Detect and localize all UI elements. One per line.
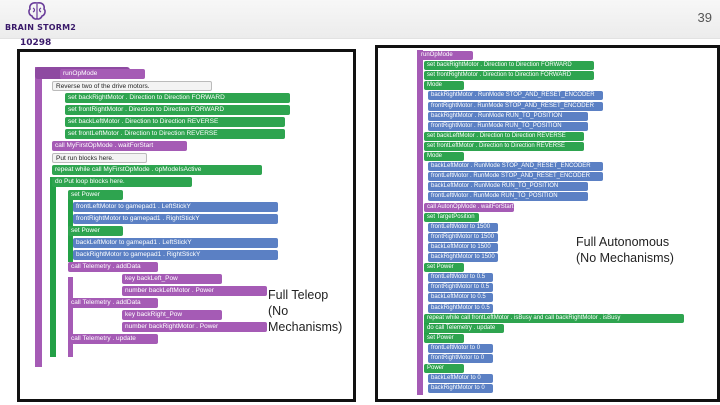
code-block: frontRightMotor to 1500 bbox=[428, 232, 498, 242]
code-block: Reverse two of the drive motors. bbox=[52, 81, 212, 91]
autonomous-code-screenshot: runOpMode set backRightMotor . Direction … bbox=[375, 45, 720, 402]
code-block: backLeftMotor . RunMode RUN_TO_POSITION bbox=[428, 182, 588, 192]
code-block: frontLeftMotor to 1500 bbox=[428, 222, 498, 232]
code-block: do call Telemetry . update bbox=[424, 323, 504, 333]
autonomous-caption: Full Autonomous (No Mechanisms) bbox=[576, 235, 674, 265]
teleop-caption: Full Teleop (No Mechanisms) bbox=[268, 288, 343, 334]
brainstorm-logo: BRAIN STORM2 10298 bbox=[2, 0, 76, 50]
code-block: set backLeftMotor . Direction to Directi… bbox=[65, 117, 285, 127]
code-block: set Power bbox=[424, 263, 464, 273]
team-number: 10298 bbox=[20, 38, 52, 48]
code-block: set backLeftMotor . Direction to Directi… bbox=[424, 131, 584, 141]
code-block: Mode bbox=[424, 152, 464, 161]
code-block: set backRightMotor . Direction to Direct… bbox=[424, 61, 594, 71]
code-block: backLeftMotor to 0 bbox=[428, 374, 493, 384]
page-number: 39 bbox=[697, 10, 712, 25]
code-block: backRightMotor . RunMode STOP_AND_RESET_… bbox=[428, 91, 603, 101]
code-block: backLeftMotor to 0.5 bbox=[428, 293, 493, 303]
code-block: set frontRightMotor . Direction to Direc… bbox=[65, 105, 290, 115]
code-block: key backRight_Pow bbox=[122, 310, 222, 320]
code-block: set Power bbox=[424, 333, 464, 343]
code-block: set Power bbox=[68, 226, 123, 236]
code-block: do Put loop blocks here. bbox=[52, 177, 192, 187]
code-block: Put run blocks here. bbox=[52, 153, 147, 163]
function-block-spine bbox=[35, 67, 42, 367]
code-block: runOpMode bbox=[60, 69, 145, 79]
code-block: call MyFirstOpMode . waitForStart bbox=[52, 141, 187, 151]
code-block: frontRightMotor . RunMode RUN_TO_POSITIO… bbox=[428, 121, 588, 131]
code-block: backRightMotor to 0 bbox=[428, 384, 493, 394]
code-block: set frontLeftMotor . Direction to Direct… bbox=[424, 141, 584, 151]
code-block: call Telemetry . update bbox=[68, 334, 158, 344]
slide-header bbox=[0, 0, 720, 39]
code-block: frontLeftMotor . RunMode RUN_TO_POSITION bbox=[428, 192, 588, 202]
brand-name: BRAIN STORM2 bbox=[5, 23, 77, 32]
code-block: backLeftMotor . RunMode STOP_AND_RESET_E… bbox=[428, 162, 603, 172]
code-block: backLeftMotor to gamepad1 . LeftStickY bbox=[73, 238, 278, 248]
code-block: frontRightMotor to 0 bbox=[428, 354, 493, 363]
teleop-code-screenshot: runOpMode Reverse two of the drive motors… bbox=[17, 49, 356, 402]
code-block: backRightMotor to 0.5 bbox=[428, 303, 493, 313]
code-block: backRightMotor . RunMode RUN_TO_POSITION bbox=[428, 111, 588, 121]
code-block: runOpMode bbox=[418, 51, 473, 60]
code-block: frontRightMotor to gamepad1 . RightStick… bbox=[73, 214, 278, 224]
code-block: number backRightMotor . Power bbox=[122, 322, 267, 332]
code-block: repeat while call MyFirstOpMode . opMode… bbox=[52, 165, 262, 175]
code-block: backLeftMotor to 1500 bbox=[428, 242, 498, 252]
code-block: set TargetPosition bbox=[424, 212, 479, 222]
code-block: set frontRightMotor . Direction to Direc… bbox=[424, 71, 594, 81]
function-block-spine bbox=[417, 50, 423, 395]
code-block: frontLeftMotor to 0.5 bbox=[428, 273, 493, 283]
code-block: key backLeft_Pow bbox=[122, 274, 222, 284]
code-block: set backRightMotor . Direction to Direct… bbox=[65, 93, 290, 103]
brain-icon bbox=[28, 2, 46, 20]
code-block: frontRightMotor to 0.5 bbox=[428, 283, 493, 293]
code-block: Power bbox=[424, 364, 464, 374]
code-block: frontLeftMotor . RunMode STOP_AND_RESET_… bbox=[428, 172, 603, 182]
code-block: frontLeftMotor to 0 bbox=[428, 343, 493, 353]
code-block: set Power bbox=[68, 190, 123, 200]
telemetry-spine bbox=[68, 277, 73, 357]
code-block: call AutonOpMode . waitForStart bbox=[424, 202, 514, 212]
repeat-block-spine bbox=[50, 177, 56, 357]
code-block: backRightMotor to 1500 bbox=[428, 253, 498, 262]
code-block: backRightMotor to gamepad1 . RightStickY bbox=[73, 250, 278, 260]
code-block: Mode bbox=[424, 81, 464, 91]
code-block: number backLeftMotor . Power bbox=[122, 286, 267, 296]
code-block: call Telemetry . addData bbox=[68, 262, 158, 272]
code-block: frontLeftMotor to gamepad1 . LeftStickY bbox=[73, 202, 278, 212]
code-block: call Telemetry . addData bbox=[68, 298, 158, 308]
code-block: set frontLeftMotor . Direction to Direct… bbox=[65, 129, 285, 139]
code-block: frontRightMotor . RunMode STOP_AND_RESET… bbox=[428, 101, 603, 111]
code-block: repeat while call frontLeftMotor . isBus… bbox=[424, 313, 684, 323]
